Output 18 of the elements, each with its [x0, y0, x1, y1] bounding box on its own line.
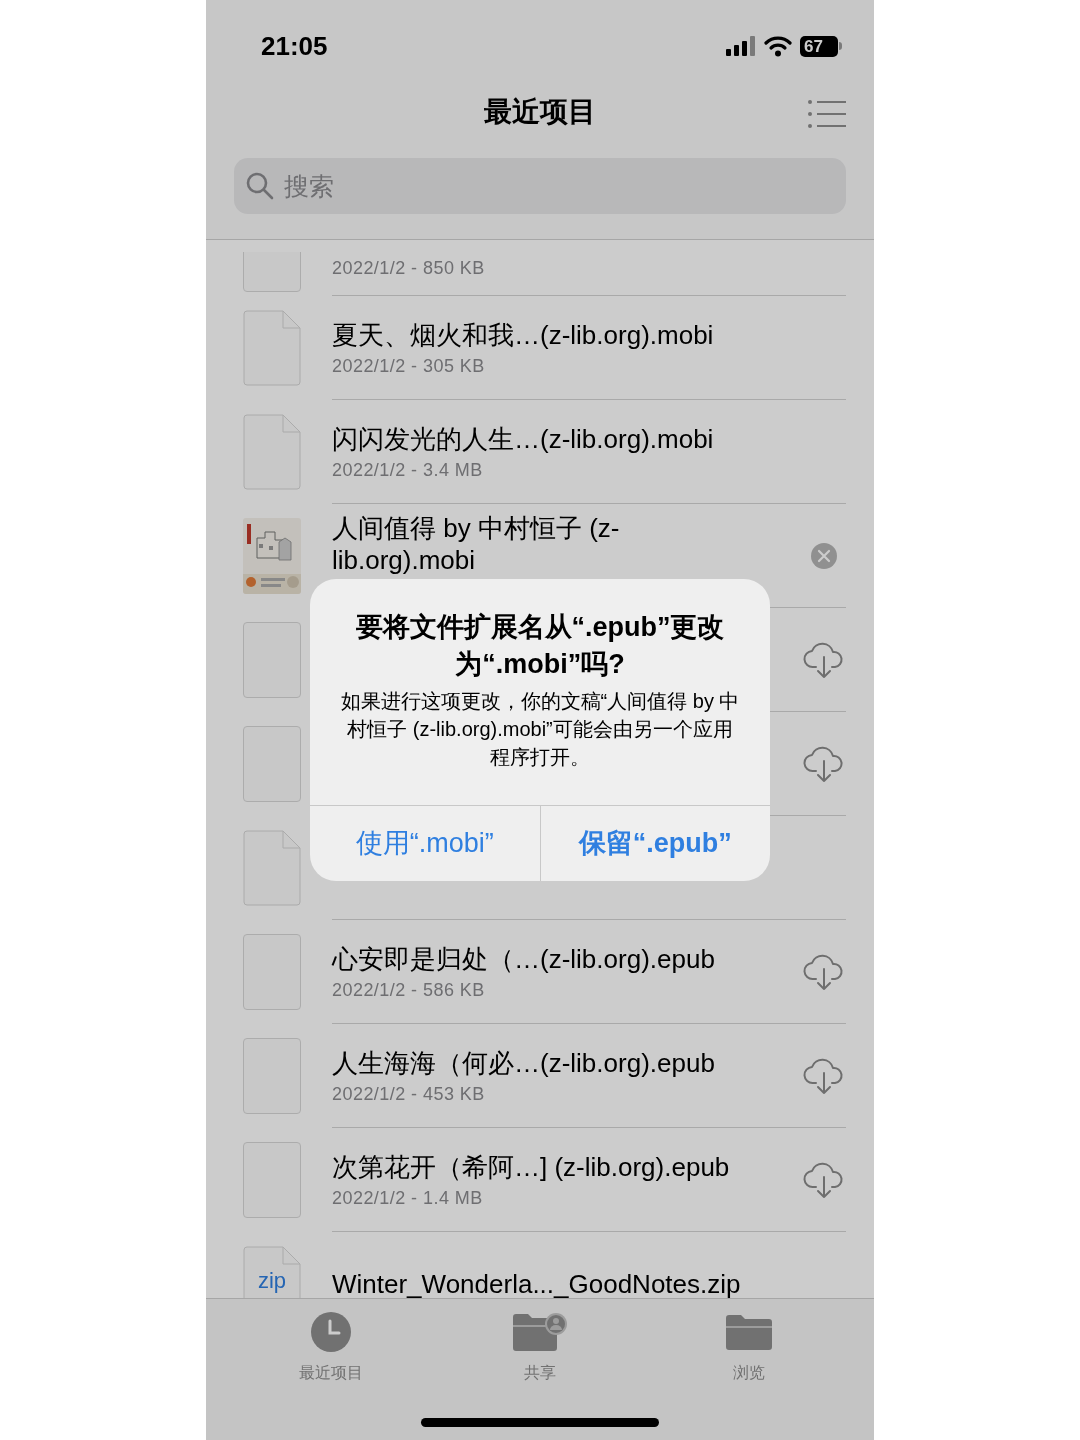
- file-details: 2022/1/2 - 586 KB: [332, 978, 486, 1002]
- file-details: 2022/1/2 - 305 KB: [332, 354, 486, 378]
- alert-title: 要将文件扩展名从“.epub”更改为“.mobi”吗?: [354, 611, 726, 681]
- nav-title: 最近项目: [484, 95, 596, 129]
- file-name: 夏天、烟火和我…(z-lib.org).mobi: [332, 318, 715, 352]
- file-name: Winter_Wonderla..._GoodNotes.zip: [332, 1267, 742, 1301]
- file-name: 人间值得 by 中村恒子 (z-lib.org).mobi: [332, 512, 621, 576]
- file-name: 人生海海（何必…(z-lib.org).epub: [332, 1046, 716, 1080]
- file-details: 2022/1/2 - 3.4 MB: [332, 458, 484, 482]
- file-name: 闪闪发光的人生…(z-lib.org).mobi: [332, 422, 715, 456]
- battery-indicator: 67: [800, 35, 842, 57]
- file-details: 2022/1/2 - 1.4 MB: [332, 1186, 484, 1210]
- file-details: 2022/1/2 - 453 KB: [332, 1082, 486, 1106]
- file-details: 2022/1/2 - 850 KB: [332, 256, 486, 280]
- alert-message: 如果进行这项更改，你的文稿“人间值得 by 中村恒子 (z-lib.org).mobi”可能会由另一个应用程序打开。: [340, 689, 740, 770]
- status-time: 21:05: [261, 29, 328, 63]
- file-name: 次第花开（希阿…] (z-lib.org).epub: [332, 1150, 731, 1184]
- file-name: 心安即是归处（…(z-lib.org).epub: [332, 942, 716, 976]
